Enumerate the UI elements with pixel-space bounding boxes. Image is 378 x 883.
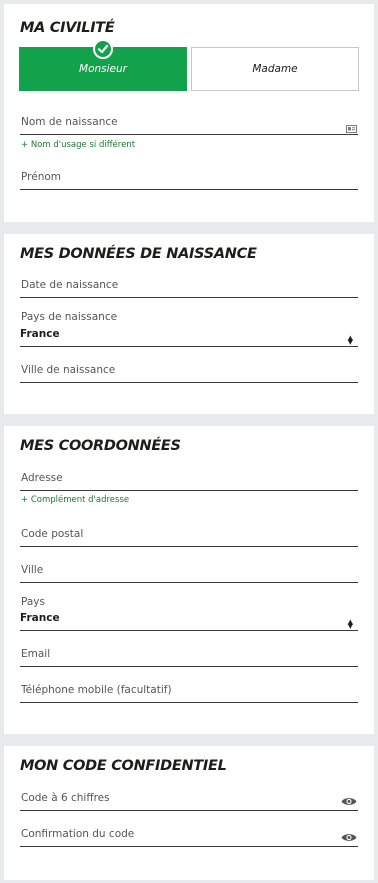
usage-name-link[interactable]: + Nom d'usage si différent — [21, 140, 135, 150]
id-card-icon — [346, 118, 357, 137]
postal-code-field[interactable]: Code postal — [20, 522, 358, 547]
email-field[interactable]: Email — [20, 642, 358, 667]
first-name-field[interactable]: Prénom — [20, 165, 358, 190]
civility-section: MA CIVILITÉ Monsieur Madame Nom de naiss… — [4, 4, 374, 222]
check-icon — [93, 39, 113, 59]
code-label: Code à 6 chiffres — [21, 792, 110, 804]
code-field[interactable]: Code à 6 chiffres — [20, 786, 358, 811]
select-arrows-icon: ▲ ▼ — [347, 334, 353, 346]
birth-date-label: Date de naissance — [21, 279, 119, 291]
city-field[interactable]: Ville — [20, 558, 358, 583]
code-section: MON CODE CONFIDENTIEL Code à 6 chiffres … — [4, 746, 374, 880]
email-label: Email — [21, 648, 51, 660]
contact-title: MES COORDONNÉES — [20, 438, 181, 454]
contact-section: MES COORDONNÉES Adresse + Complément d'a… — [4, 426, 374, 734]
madame-label: Madame — [252, 63, 298, 75]
birth-date-field[interactable]: Date de naissance — [20, 272, 358, 298]
birth-section: MES DONNÉES DE NAISSANCE Date de naissan… — [4, 234, 374, 414]
monsieur-label: Monsieur — [79, 63, 127, 75]
postal-code-label: Code postal — [21, 528, 84, 540]
mobile-field[interactable]: Téléphone mobile (facultatif) — [20, 678, 358, 703]
address-label: Adresse — [21, 472, 63, 484]
country-value: France — [20, 612, 60, 624]
eye-icon[interactable] — [341, 828, 357, 847]
civility-title: MA CIVILITÉ — [20, 20, 115, 36]
mobile-label: Téléphone mobile (facultatif) — [21, 684, 172, 696]
city-label: Ville — [21, 564, 44, 576]
country-label: Pays — [21, 596, 45, 608]
code-confirm-field[interactable]: Confirmation du code — [20, 822, 358, 847]
birth-name-label: Nom de naissance — [21, 116, 118, 128]
birth-country-value: France — [20, 328, 60, 340]
select-arrows-icon: ▲ ▼ — [347, 618, 353, 630]
birth-city-label: Ville de naissance — [21, 364, 116, 376]
birth-title: MES DONNÉES DE NAISSANCE — [20, 246, 257, 262]
birth-country-label: Pays de naissance — [21, 311, 118, 323]
birth-city-field[interactable]: Ville de naissance — [20, 358, 358, 383]
first-name-label: Prénom — [21, 171, 62, 183]
code-confirm-label: Confirmation du code — [21, 828, 135, 840]
birth-name-field[interactable]: Nom de naissance — [20, 110, 358, 135]
address-complement-link[interactable]: + Complément d'adresse — [21, 495, 129, 505]
eye-icon[interactable] — [341, 792, 357, 811]
birth-country-select[interactable]: Pays de naissance France ▲ ▼ — [20, 308, 358, 347]
code-title: MON CODE CONFIDENTIEL — [20, 758, 227, 774]
country-select[interactable]: Pays France ▲ ▼ — [20, 594, 358, 631]
madame-button[interactable]: Madame — [191, 47, 359, 91]
address-field[interactable]: Adresse — [20, 466, 358, 491]
